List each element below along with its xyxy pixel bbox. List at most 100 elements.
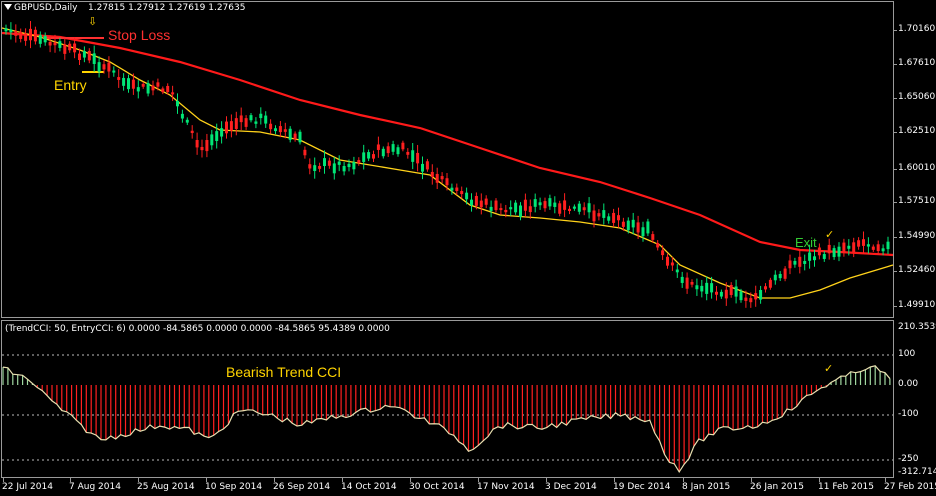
indicator-title: (TrendCCI: 50, EntryCCI: 6) 0.0000 -84.5… [5,324,390,334]
chart-window[interactable]: GBPUSD,Daily 1.27815 1.27912 1.27619 1.2… [0,0,936,496]
candle-body [122,77,126,86]
cci-axis-label: 100 [898,349,916,359]
cci-axis-label: -312.714 [898,467,936,477]
date-axis-label: 10 Sep 2014 [205,482,263,492]
candle-body [215,131,219,142]
candle-body [171,92,175,95]
candle-body [489,206,493,211]
candle-body [362,152,366,162]
entry-label: Entry [54,77,87,93]
candle-body [176,100,179,107]
date-axis-label: 19 Dec 2014 [613,482,671,492]
candle-body [499,208,503,211]
candle-body [636,222,640,233]
price-axis-tick [893,30,897,31]
candle-body [558,203,562,214]
candle-body [303,149,307,156]
candle-body [871,246,875,250]
candle-body [793,260,797,265]
candle-body [131,79,135,89]
candle-body [396,147,400,155]
date-axis-label: 27 Feb 2015 [884,482,936,492]
candle-body [225,121,228,134]
candle-body [288,128,292,140]
candle-body [450,187,454,191]
slow-moving-average [1,31,894,257]
stop-loss-label: Stop Loss [108,27,171,43]
candle-body [156,82,160,87]
candle-body [283,129,287,132]
candle-body [862,239,865,246]
candle-body [661,250,665,256]
candle-body [548,198,552,207]
candle-body [102,64,106,70]
candle-body [842,242,846,253]
candle-body [347,163,351,168]
candle-body [249,115,253,121]
candle-body [161,88,165,93]
candle-body [220,128,224,137]
candle-body [479,200,483,208]
candle-body [626,220,630,231]
candle-body [195,140,199,148]
menu-triangle-icon[interactable] [4,4,12,10]
date-axis-label: 25 Aug 2014 [137,482,195,492]
cci-axis-label: -250 [898,454,919,464]
candle-body [141,83,145,87]
candle-body [33,29,37,42]
candle-body [63,44,67,54]
candle-body [29,28,32,41]
candle-body [651,234,655,240]
candle-body [646,221,650,234]
candle-body [739,291,743,301]
candle-body [607,216,611,221]
candle-body [876,244,880,251]
candle-body [577,203,581,212]
candle-body [117,77,121,80]
candle-body [180,113,184,119]
candle-body [298,131,302,143]
candle-body [372,154,375,159]
candle-body [465,192,469,200]
cci-check-icon: ✓ [824,363,834,375]
candle-body [568,208,571,212]
candle-body [411,150,415,162]
date-axis-label: 8 Jan 2015 [682,482,731,492]
candle-body [254,121,258,124]
candle-body [817,247,821,256]
candle-body [528,206,532,213]
candle-body [690,281,694,285]
candle-body [788,260,792,269]
candle-body [813,256,816,261]
price-axis-label: 1.54990 [898,231,936,241]
date-axis-label: 11 Feb 2015 [818,482,875,492]
candle-body [200,146,204,151]
candle-body [670,262,674,266]
fast-moving-average [1,27,894,299]
candle-body [205,140,209,152]
candle-body [519,205,522,217]
candle-body [460,191,464,195]
candle-body [127,78,130,90]
candle-body [592,210,596,222]
candle-body [82,51,86,58]
candle-body [9,29,13,33]
candle-body [327,160,331,166]
candle-body [229,121,233,131]
candle-body [631,219,635,228]
candle-body [597,213,601,217]
candle-body [278,126,282,133]
candle-body [337,161,341,165]
date-axis-label: 7 Aug 2014 [69,482,121,492]
candle-body [881,248,885,252]
candle-body [857,240,861,247]
candle-body [92,53,96,64]
candle-body [112,70,116,73]
candle-body [43,35,47,43]
price-axis-label: 1.49910 [898,300,936,310]
candle-body [151,85,155,91]
candle-body [734,286,738,297]
candle-body [715,291,718,295]
candle-body [185,119,189,123]
candle-body [675,269,679,273]
